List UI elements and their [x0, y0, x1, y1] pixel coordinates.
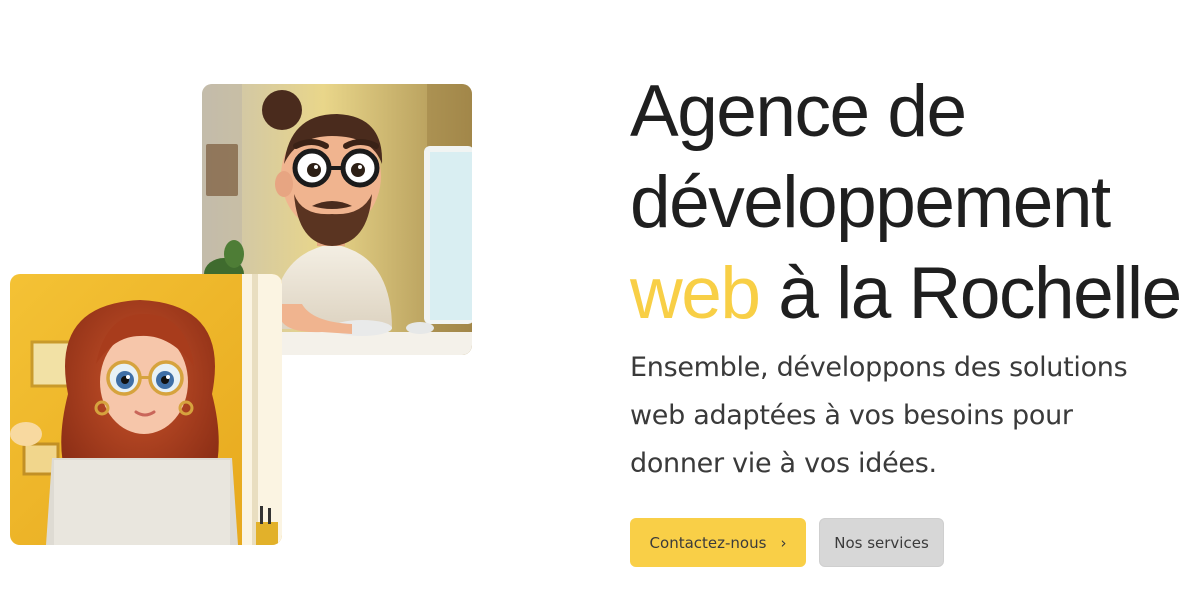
page-title: Agence de développement web à la Rochell… — [630, 66, 1190, 339]
hero-subtitle: Ensemble, développons des solutions web … — [630, 344, 1170, 488]
headline-line-2: développement — [630, 162, 1111, 243]
services-button[interactable]: Nos services — [819, 518, 944, 567]
subtitle-line-1: Ensemble, développons des solutions — [630, 352, 1128, 383]
subtitle-line-3: donner vie à vos idées. — [630, 448, 937, 479]
headline-accent-word: web — [630, 253, 761, 334]
chevron-right-icon: › — [780, 533, 787, 552]
subtitle-line-2: web adaptées à vos besoins pour — [630, 400, 1073, 431]
headline-line-3: web à la Rochelle — [630, 248, 1190, 339]
services-button-label: Nos services — [834, 533, 929, 552]
contact-button[interactable]: Contactez-nous › — [630, 518, 806, 567]
contact-button-label: Contactez-nous — [649, 533, 767, 552]
headline-line-1: Agence de — [630, 71, 967, 152]
headline-line-3-rest: à la Rochelle — [759, 253, 1182, 334]
developer-woman-image — [10, 274, 282, 545]
